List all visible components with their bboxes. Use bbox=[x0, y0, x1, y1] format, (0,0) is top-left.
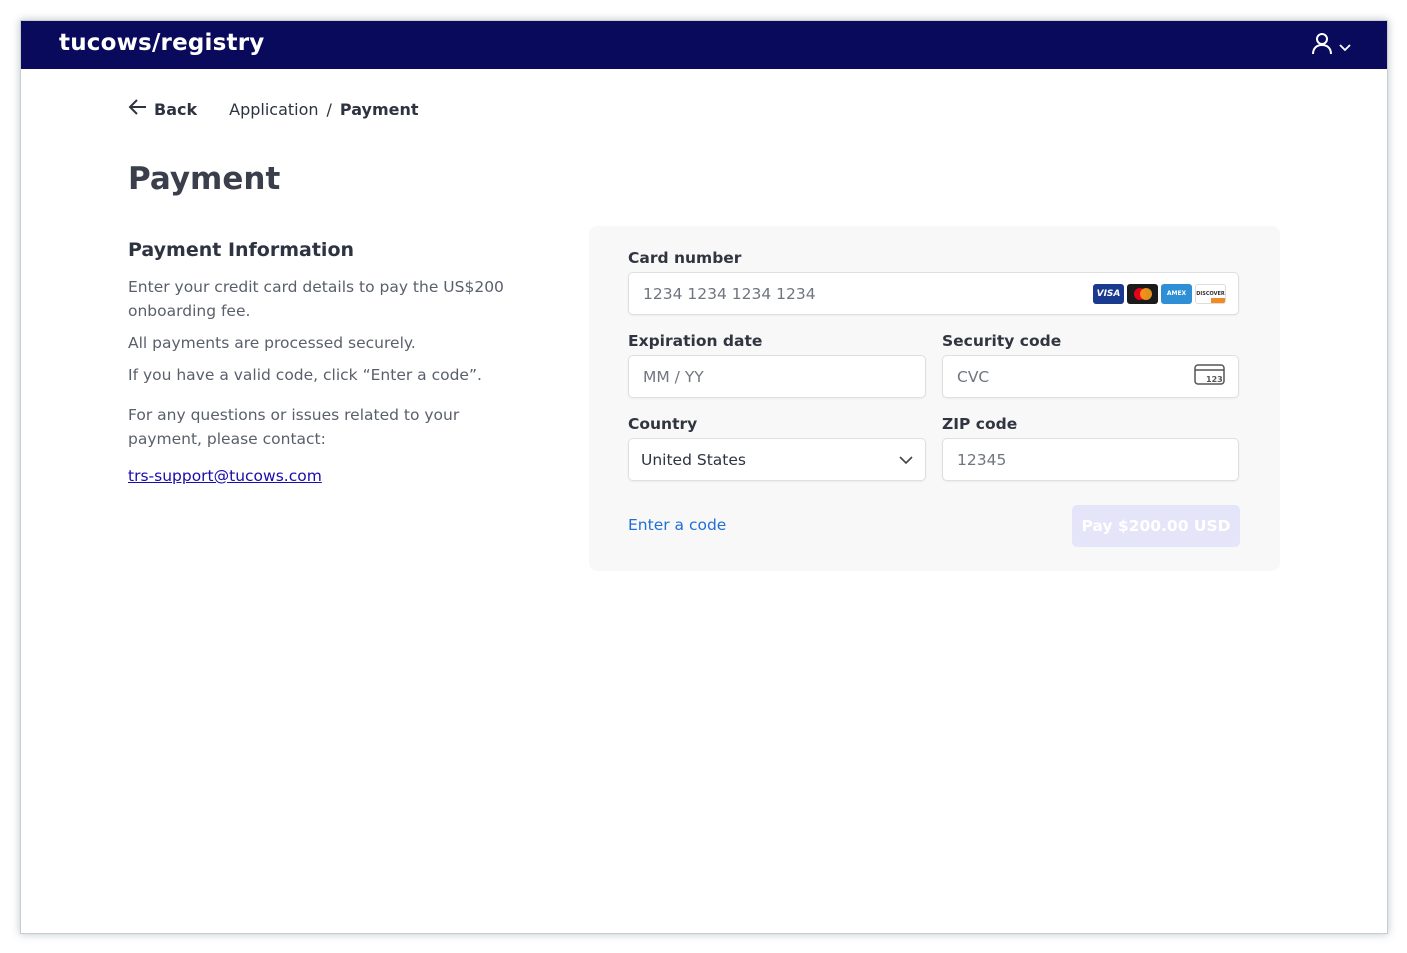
expiration-label: Expiration date bbox=[628, 332, 763, 350]
zip-code-field[interactable] bbox=[942, 438, 1239, 481]
cvc-card-icon: 123 bbox=[1194, 363, 1226, 391]
svg-text:123: 123 bbox=[1206, 375, 1223, 384]
page-title: Payment bbox=[128, 161, 281, 197]
info-code-text: If you have a valid code, click “Enter a… bbox=[128, 366, 482, 384]
chevron-down-icon bbox=[899, 450, 913, 469]
country-value: United States bbox=[641, 450, 746, 469]
pay-button[interactable]: Pay $200.00 USD bbox=[1072, 505, 1240, 547]
mastercard-icon bbox=[1127, 283, 1158, 304]
breadcrumb-bar: Back Application / Payment bbox=[128, 97, 419, 121]
payment-info-heading: Payment Information bbox=[128, 239, 355, 261]
back-label: Back bbox=[154, 99, 198, 119]
breadcrumb-payment: Payment bbox=[339, 99, 419, 119]
user-icon bbox=[1311, 32, 1333, 60]
payment-info-section: Payment Information Enter your credit ca… bbox=[128, 239, 528, 485]
discover-icon: DISCOVER bbox=[1195, 283, 1226, 304]
back-button[interactable]: Back bbox=[128, 98, 197, 120]
card-brand-icons: VISA AMEX DISCOVER bbox=[1093, 283, 1226, 304]
tucows-registry-logo[interactable]: tucows/registry bbox=[59, 30, 264, 56]
breadcrumb-separator: / bbox=[326, 99, 332, 119]
app-window: tucows/registry Back Application / Payme… bbox=[20, 20, 1388, 934]
arrow-left-icon bbox=[128, 98, 148, 120]
card-number-label: Card number bbox=[628, 249, 742, 267]
info-secure-text: All payments are processed securely. bbox=[128, 334, 416, 352]
zip-code-input[interactable] bbox=[955, 449, 1226, 470]
amex-icon: AMEX bbox=[1161, 283, 1192, 304]
expiration-field[interactable] bbox=[628, 355, 926, 398]
info-contact-text: For any questions or issues related to y… bbox=[128, 406, 460, 448]
support-email-link[interactable]: trs-support@tucows.com bbox=[128, 467, 322, 485]
breadcrumb: Application / Payment bbox=[229, 100, 418, 119]
card-number-input[interactable] bbox=[641, 283, 1093, 304]
security-code-label: Security code bbox=[942, 332, 1062, 350]
chevron-down-icon bbox=[1339, 37, 1351, 56]
visa-icon: VISA bbox=[1093, 283, 1124, 304]
security-code-input[interactable] bbox=[955, 366, 1194, 387]
zip-code-label: ZIP code bbox=[942, 415, 1018, 433]
security-code-field[interactable]: 123 bbox=[942, 355, 1239, 398]
top-navigation-bar: tucows/registry bbox=[21, 21, 1387, 69]
expiration-input[interactable] bbox=[641, 366, 913, 387]
user-menu-button[interactable] bbox=[1311, 33, 1351, 59]
card-number-field[interactable]: VISA AMEX DISCOVER bbox=[628, 272, 1239, 315]
enter-code-link[interactable]: Enter a code bbox=[628, 516, 726, 534]
payment-form-card: Card number VISA AMEX DISCOVER Expiratio… bbox=[589, 226, 1280, 571]
info-fee-text: Enter your credit card details to pay th… bbox=[128, 278, 504, 320]
country-select[interactable]: United States bbox=[628, 438, 926, 481]
country-label: Country bbox=[628, 415, 698, 433]
breadcrumb-application[interactable]: Application bbox=[229, 100, 318, 119]
